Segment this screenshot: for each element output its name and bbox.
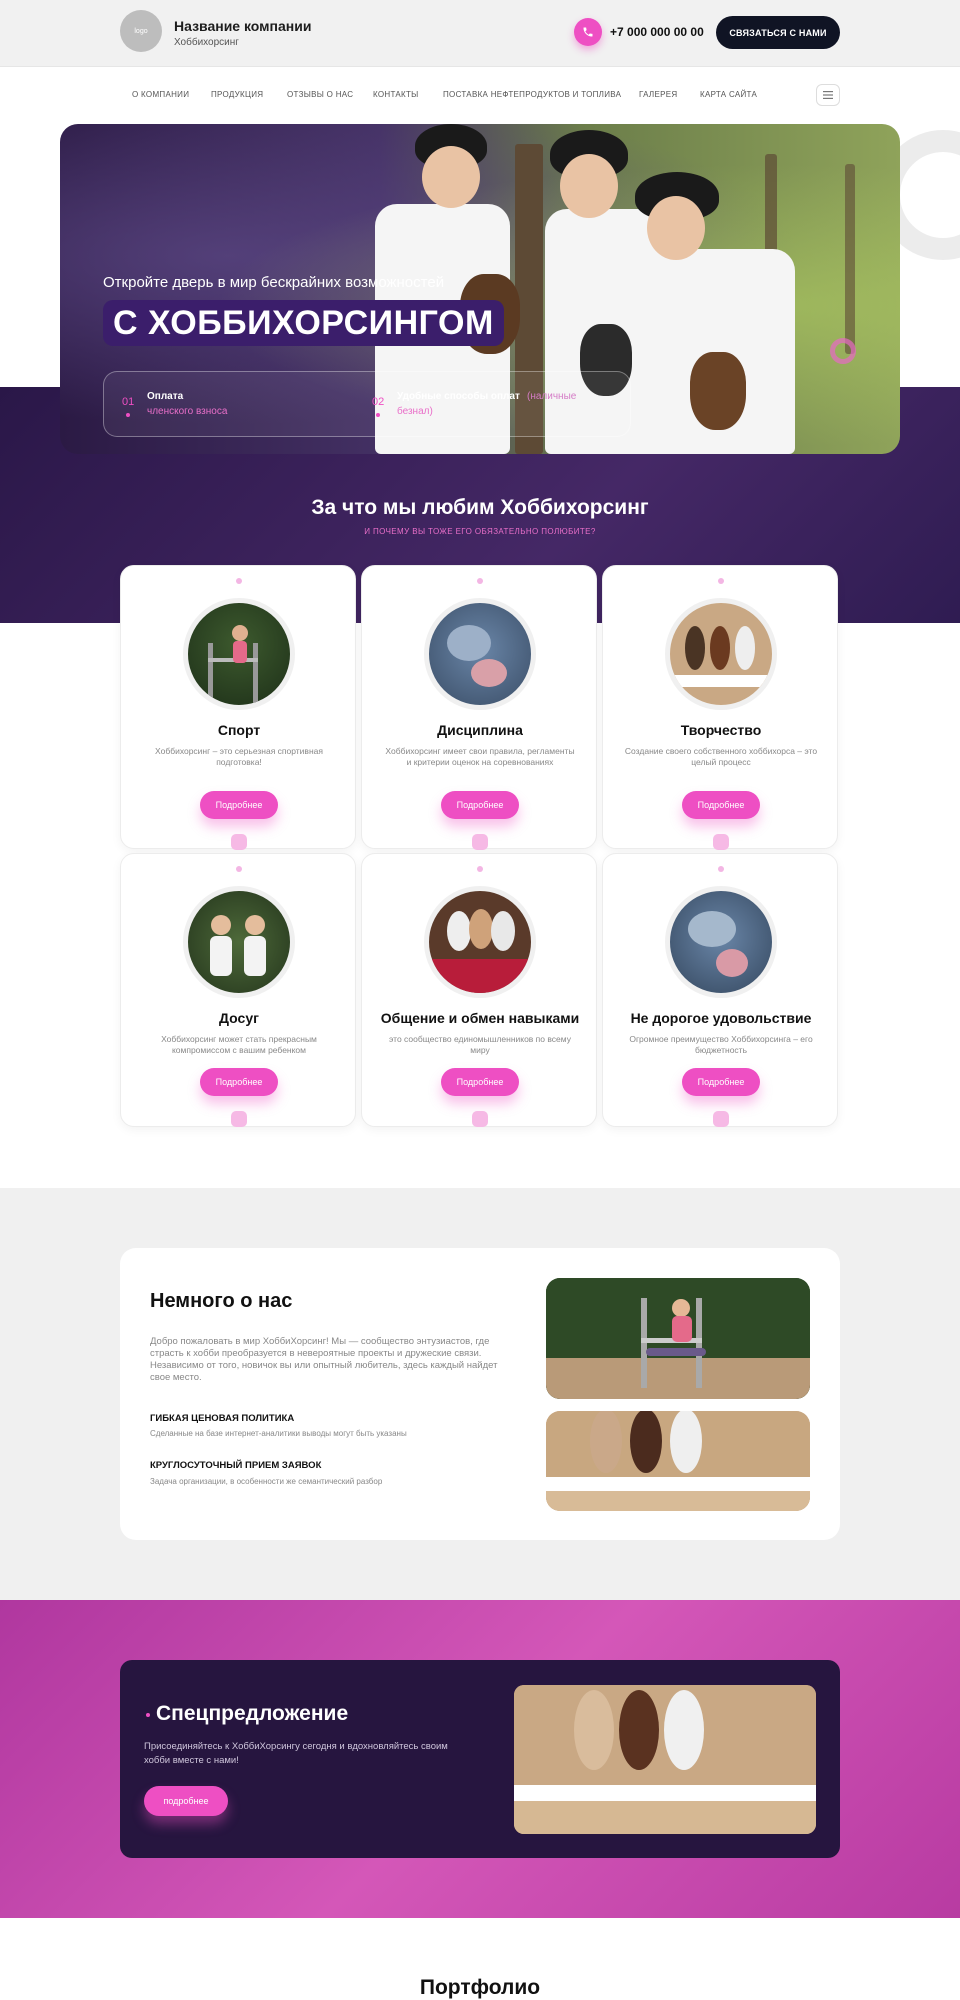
info-title: Оплата [147, 391, 184, 402]
feature-card: Дисциплина Хоббихорсинг имеет свои прави… [361, 565, 597, 850]
feature-title: ГИБКАЯ ЦЕНОВАЯ ПОЛИТИКА [150, 1413, 295, 1424]
card-photo [665, 598, 777, 710]
card-description: это сообщество единомышленников по всему… [389, 1034, 571, 1055]
special-text: Присоединяйтесь к ХоббиХорсингу сегодня … [144, 1741, 448, 1766]
card-description: Хоббихорсинг – это серьезная спортивная … [155, 746, 323, 767]
card-dot [236, 866, 242, 872]
card-title: Не дорогое удовольствие [630, 1010, 812, 1026]
about-photo [546, 1411, 810, 1511]
rider-face [647, 196, 705, 260]
card-dot [718, 866, 724, 872]
about-title: Немного о нас [150, 1290, 293, 1312]
card-tab [713, 1111, 729, 1127]
nav-item-products[interactable]: ПРОДУКЦИЯ [211, 90, 263, 99]
company-logo[interactable]: logo [120, 10, 162, 52]
special-more-button[interactable]: подробнее [144, 1786, 228, 1816]
hero-subtitle: Откройте дверь в мир бескрайних возможно… [103, 274, 445, 291]
phone-number[interactable]: +7 000 000 00 00 [610, 25, 704, 39]
card-description: Хоббихорсинг может стать прекрасным комп… [161, 1034, 317, 1055]
decor-ring [830, 338, 856, 364]
brand: Название компании Хоббихорсинг [174, 18, 311, 48]
card-photo [183, 886, 295, 998]
portfolio-title: Портфолио [419, 1976, 541, 1999]
rider-face [422, 146, 480, 208]
card-tab [231, 1111, 247, 1127]
card-tab [472, 1111, 488, 1127]
card-more-button[interactable]: Подробнее [200, 1068, 278, 1096]
special-title: Спецпредложение [156, 1702, 349, 1725]
fence-post [845, 164, 855, 354]
feature-subtitle: Сделанные на базе интернет-аналитики выв… [150, 1429, 407, 1438]
nav-item-about[interactable]: О КОМПАНИИ [132, 90, 189, 99]
nav-item-contacts[interactable]: КОНТАКТЫ [373, 90, 419, 99]
card-more-button[interactable]: Подробнее [682, 791, 760, 819]
company-subtitle: Хоббихорсинг [174, 37, 239, 48]
card-description: Создание своего собственного хоббихорса … [624, 746, 818, 767]
nav-item-sitemap[interactable]: КАРТА САЙТА [700, 90, 757, 99]
menu-icon[interactable] [816, 84, 840, 106]
card-more-button[interactable]: Подробнее [441, 1068, 519, 1096]
card-title: Спорт [217, 722, 261, 738]
card-photo [424, 886, 536, 998]
feature-card: Общение и обмен навыками это сообщество … [361, 853, 597, 1127]
company-name: Название компании [174, 18, 312, 34]
feature-card: Досуг Хоббихорсинг может стать прекрасны… [120, 853, 356, 1127]
card-tab [231, 834, 247, 850]
card-more-button[interactable]: Подробнее [200, 791, 278, 819]
card-photo [665, 886, 777, 998]
feature-subtitle: Задача организации, в особенности же сем… [150, 1477, 383, 1486]
nav-item-fuel[interactable]: ПОСТАВКА НЕФТЕПРОДУКТОВ И ТОПЛИВА [443, 90, 621, 99]
special-photo [514, 1685, 816, 1834]
section-subtitle: И ПОЧЕМУ ВЫ ТОЖЕ ЕГО ОБЯЗАТЕЛЬНО ПОЛЮБИТ… [364, 527, 596, 536]
info-subtitle: членского взноса [147, 406, 228, 417]
card-title: Дисциплина [437, 722, 523, 738]
info-number: 01 [122, 396, 135, 408]
phone-icon[interactable] [574, 18, 602, 46]
card-dot [236, 578, 242, 584]
nav-item-gallery[interactable]: ГАЛЕРЕЯ [639, 90, 677, 99]
rider-face [560, 154, 618, 218]
main-nav: О КОМПАНИИ ПРОДУКЦИЯ ОТЗЫВЫ О НАС КОНТАК… [0, 66, 960, 122]
card-more-button[interactable]: Подробнее [441, 791, 519, 819]
feature-card: Не дорогое удовольствие Огромное преимущ… [602, 853, 838, 1127]
hobby-horse-head [690, 352, 746, 430]
card-tab [713, 834, 729, 850]
feature-card: Спорт Хоббихорсинг – это серьезная спорт… [120, 565, 356, 850]
card-description: Хоббихорсинг имеет свои правила, регламе… [385, 746, 575, 767]
card-photo [424, 598, 536, 710]
card-description: Огромное преимущество Хоббихорсинга – ег… [629, 1034, 813, 1055]
top-bar: logo Название компании Хоббихорсинг +7 0… [0, 0, 960, 66]
card-dot [477, 866, 483, 872]
hero-title: С ХОББИХОРСИНГОМ [103, 300, 504, 346]
info-title: Удобные способы оплат [397, 391, 520, 402]
card-title: Творчество [680, 722, 762, 738]
about-text: Добро пожаловать в мир ХоббиХорсинг! Мы … [150, 1336, 498, 1383]
contact-button[interactable]: СВЯЗАТЬСЯ С НАМИ [716, 16, 840, 49]
card-more-button[interactable]: Подробнее [682, 1068, 760, 1096]
info-title-extra: (наличные [527, 391, 577, 402]
feature-title: КРУГЛОСУТОЧНЫЙ ПРИЕМ ЗАЯВОК [150, 1460, 322, 1471]
info-subtitle: безнал) [397, 406, 433, 417]
card-dot [718, 578, 724, 584]
logo-text: logo [134, 27, 148, 35]
about-photo [546, 1278, 810, 1399]
card-title: Общение и обмен навыками [380, 1010, 580, 1026]
card-photo [183, 598, 295, 710]
card-title: Досуг [219, 1010, 259, 1026]
info-dot [376, 413, 380, 417]
info-dot [126, 413, 130, 417]
nav-item-reviews[interactable]: ОТЗЫВЫ О НАС [287, 90, 353, 99]
card-tab [472, 834, 488, 850]
hero-info-panel: 01 Оплата членского взноса 02 Удобные сп… [103, 371, 631, 437]
title-dot [146, 1713, 150, 1717]
info-number: 02 [372, 396, 385, 408]
section-title: За что мы любим Хоббихорсинг [311, 496, 649, 519]
card-dot [477, 578, 483, 584]
feature-card: Творчество Создание своего собственного … [602, 565, 838, 850]
